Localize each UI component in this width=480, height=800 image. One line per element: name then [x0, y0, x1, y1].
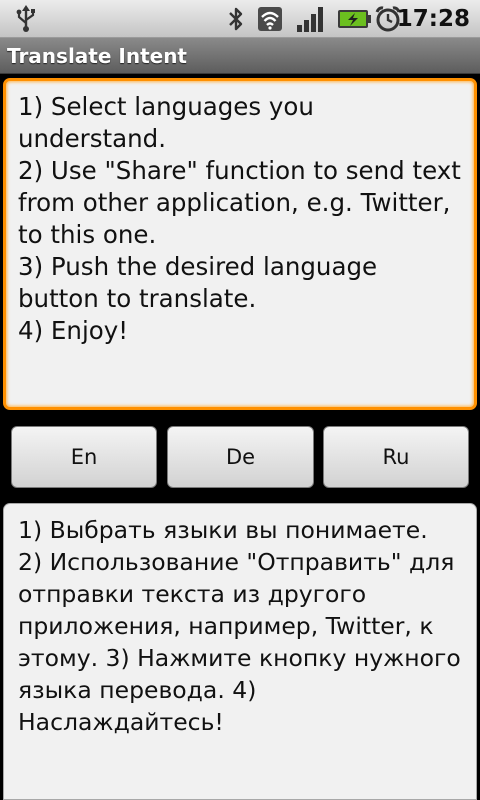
language-button-row: En De Ru — [0, 422, 480, 494]
status-bar: 17:28 — [0, 0, 480, 38]
status-time: 17:28 — [396, 6, 470, 32]
usb-icon — [16, 5, 35, 32]
signal-icon — [297, 7, 323, 32]
bluetooth-icon — [229, 7, 243, 31]
title-bar: Translate Intent — [0, 38, 480, 74]
russian-button[interactable]: Ru — [323, 426, 469, 488]
screen: 17:28 Translate Intent 1) Select languag… — [0, 0, 480, 800]
source-text-field[interactable]: 1) Select languages you understand. 2) U… — [3, 78, 477, 410]
german-button[interactable]: De — [167, 426, 314, 488]
english-button[interactable]: En — [11, 426, 157, 488]
translation-text-field[interactable]: 1) Выбрать языки вы понимаете. 2) Исполь… — [3, 503, 477, 800]
wifi-icon — [258, 7, 282, 31]
battery-charging-icon — [338, 10, 371, 28]
app-title: Translate Intent — [7, 44, 187, 68]
